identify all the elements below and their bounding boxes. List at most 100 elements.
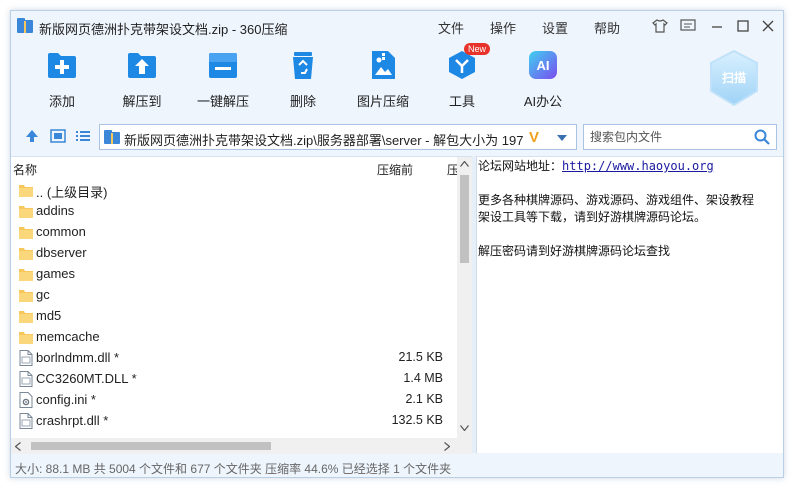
folder-row[interactable]: addins <box>11 200 457 221</box>
add-label: 添加 <box>48 94 75 109</box>
file-row[interactable]: crashrpt.dll * 132.5 KB <box>11 410 457 431</box>
file-name: md5 <box>36 308 62 323</box>
comment-line-1: 论坛网站地址：http://www.haoyou.org <box>478 157 714 174</box>
comment-line-3: 架设工具等下载，请到好游棋牌源码论坛。 <box>478 210 707 224</box>
search-icon[interactable] <box>754 129 770 145</box>
status-text: 大小: 88.1 MB 共 5004 个文件和 677 个文件夹 压缩率 44.… <box>15 462 452 476</box>
chevron-down-icon[interactable] <box>556 134 568 142</box>
add-button[interactable]: 添加 <box>22 47 102 113</box>
new-badge: New <box>464 43 491 55</box>
horizontal-scroll-thumb[interactable] <box>31 442 271 450</box>
menu-operation[interactable]: 操作 <box>490 18 516 37</box>
extract-to-button[interactable]: 解压到 <box>102 47 182 113</box>
scan-shield-icon: 扫描 <box>710 49 758 107</box>
scroll-up-icon[interactable] <box>460 161 469 167</box>
extract-to-label: 解压到 <box>122 94 162 109</box>
image-compress-icon <box>372 51 395 79</box>
file-row[interactable]: borlndmm.dll * 21.5 KB <box>11 347 457 368</box>
file-icon <box>19 350 33 366</box>
zip-archive-icon <box>104 130 120 144</box>
file-row[interactable]: config.ini * 2.1 KB <box>11 389 457 410</box>
file-name: dbserver <box>36 245 87 260</box>
menu-help[interactable]: 帮助 <box>594 18 620 37</box>
file-name: addins <box>36 203 75 218</box>
file-name: crashrpt.dll * <box>36 413 109 428</box>
file-size: 1.4 MB <box>403 371 443 385</box>
add-icon <box>48 53 76 78</box>
delete-button[interactable]: 删除 <box>263 47 343 113</box>
folder-row[interactable]: memcache <box>11 326 457 347</box>
list-view-icon[interactable] <box>75 129 91 143</box>
folder-row[interactable]: gc <box>11 284 457 305</box>
tools-label: 工具 <box>448 94 475 109</box>
search-box <box>583 124 777 150</box>
tools-button[interactable]: New 工具 <box>422 43 502 113</box>
thumbnail-view-icon[interactable] <box>50 129 66 143</box>
file-name: .. (上级目录) <box>36 185 108 200</box>
folder-icon <box>19 290 33 302</box>
folder-row[interactable]: common <box>11 221 457 242</box>
file-name: common <box>36 224 86 239</box>
file-size: 132.5 KB <box>391 413 443 427</box>
file-icon <box>19 371 33 387</box>
file-row[interactable]: CC3260MT.DLL * 1.4 MB <box>11 368 457 389</box>
ai-icon-text: AI <box>537 58 550 73</box>
one-click-extract-button[interactable]: 一键解压 <box>183 47 263 113</box>
scan-button[interactable]: 扫描 <box>707 49 761 107</box>
scroll-right-icon[interactable] <box>444 442 450 451</box>
extract-folder-icon <box>128 53 156 78</box>
column-size[interactable]: 压缩前 <box>377 161 413 178</box>
vertical-scroll-thumb[interactable] <box>460 175 469 263</box>
archive-comment-pane: 论坛网站地址：http://www.haoyou.org 更多各种棋牌源码、游戏… <box>476 156 783 453</box>
one-click-extract-icon <box>209 53 237 78</box>
image-compress-button[interactable]: 图片压缩 <box>343 47 423 113</box>
file-name: CC3260MT.DLL * <box>36 371 137 386</box>
search-input[interactable] <box>584 125 744 149</box>
delete-label: 删除 <box>289 94 316 109</box>
file-name: config.ini * <box>36 392 96 407</box>
status-bar: 大小: 88.1 MB 共 5004 个文件和 677 个文件夹 压缩率 44.… <box>11 456 783 477</box>
file-list-header: 名称 压缩前 压 <box>11 157 459 179</box>
file-list-pane: 名称 压缩前 压 .. (上级目录) addins common dbserver ga… <box>11 156 472 454</box>
address-row: 新版网页德洲扑克带架设文档.zip\服务器部署\server - 解包大小为 1… <box>11 119 783 151</box>
title-bar: 新版网页德洲扑克带架设文档.zip - 360压缩 文件 操作 设置 帮助 <box>11 11 783 41</box>
v-mark-icon: V <box>529 129 540 146</box>
minimize-icon[interactable] <box>707 16 727 36</box>
file-name: games <box>36 266 76 281</box>
up-level-icon[interactable] <box>24 129 40 143</box>
address-bar[interactable]: 新版网页德洲扑克带架设文档.zip\服务器部署\server - 解包大小为 1… <box>99 124 577 150</box>
comment-line-4: 解压密码请到好游棋牌源码论坛查找 <box>478 244 671 258</box>
menu-settings[interactable]: 设置 <box>542 18 568 37</box>
image-compress-label: 图片压缩 <box>356 94 409 109</box>
menu-file[interactable]: 文件 <box>438 18 464 37</box>
folder-row[interactable]: .. (上级目录) <box>11 179 457 200</box>
ai-office-icon: AI <box>529 51 557 79</box>
main-toolbar: 添加 解压到 一键解压 删除 图片压缩 New 工具 AI AI办公 <box>11 41 783 119</box>
maximize-icon[interactable] <box>733 16 753 36</box>
folder-row[interactable]: dbserver <box>11 242 457 263</box>
ai-office-button[interactable]: AI AI办公 <box>503 47 583 113</box>
file-size: 2.1 KB <box>405 392 443 406</box>
feedback-icon[interactable] <box>678 16 698 36</box>
file-size: 21.5 KB <box>398 350 443 364</box>
ai-office-label: AI办公 <box>523 94 563 109</box>
one-click-extract-label: 一键解压 <box>196 94 249 109</box>
close-icon[interactable] <box>758 16 778 36</box>
forum-link[interactable]: http://www.haoyou.org <box>562 159 714 173</box>
skin-icon[interactable] <box>650 16 670 36</box>
comment-forum-label: 论坛网站地址： <box>478 159 563 173</box>
folder-icon <box>19 206 33 218</box>
horizontal-scrollbar[interactable] <box>11 438 457 454</box>
scroll-left-icon[interactable] <box>15 442 21 451</box>
app-window: 新版网页德洲扑克带架设文档.zip - 360压缩 文件 操作 设置 帮助 添加 <box>10 10 784 478</box>
folder-row[interactable]: games <box>11 263 457 284</box>
recycle-bin-icon <box>293 52 313 79</box>
folder-icon <box>19 332 33 344</box>
scan-label: 扫描 <box>722 70 746 85</box>
address-path: 新版网页德洲扑克带架设文档.zip\服务器部署\server - 解包大小为 1… <box>124 133 524 148</box>
folder-icon <box>19 185 33 197</box>
scroll-down-icon[interactable] <box>460 425 469 431</box>
folder-row[interactable]: md5 <box>11 305 457 326</box>
vertical-scrollbar[interactable] <box>457 157 472 438</box>
column-name[interactable]: 名称 <box>13 161 37 178</box>
